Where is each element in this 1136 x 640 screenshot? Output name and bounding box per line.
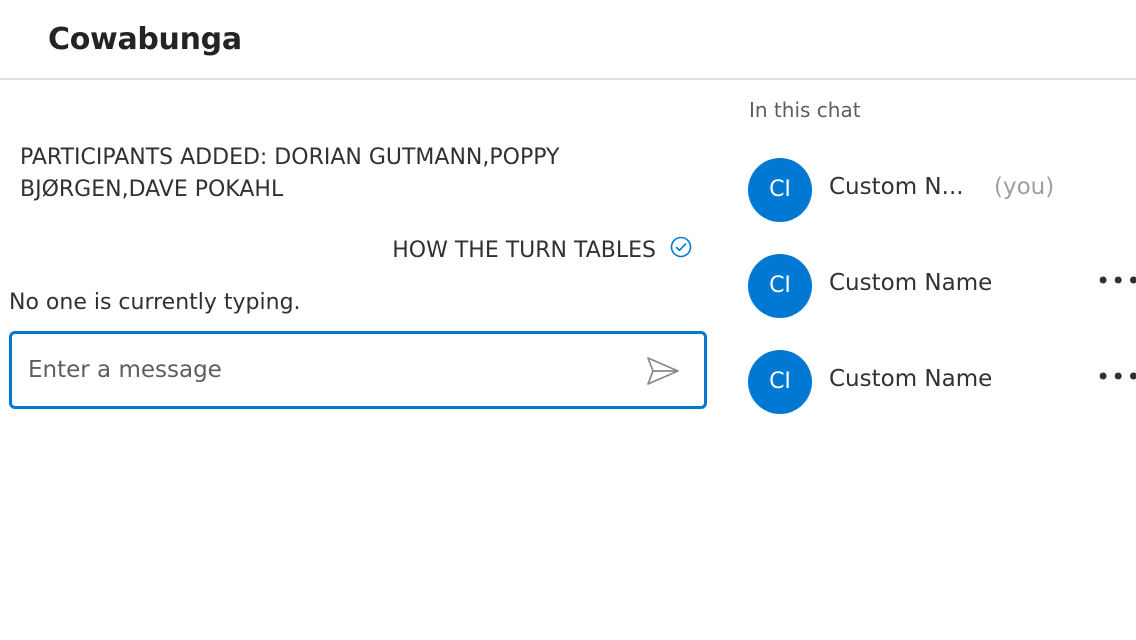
chat-title: Cowabunga: [48, 22, 242, 57]
participant-name: Custom Name: [829, 366, 993, 392]
read-check-icon: [670, 236, 692, 257]
avatar: CI: [748, 350, 812, 414]
participants-heading: In this chat: [749, 98, 861, 122]
system-message: PARTICIPANTS ADDED: DORIAN GUTMANN,POPPY…: [20, 145, 560, 202]
you-label: (you): [994, 174, 1055, 200]
participant-item: CI Custom Name •••: [748, 350, 1136, 414]
participant-item: CI Custom N... (you): [748, 158, 1136, 222]
more-options-icon[interactable]: •••: [1096, 365, 1136, 398]
chat-header: Cowabunga: [0, 0, 1136, 80]
message-composer: [9, 331, 707, 409]
message-input[interactable]: [28, 350, 628, 390]
participant-name: Custom N...: [829, 174, 964, 200]
message-thread: PARTICIPANTS ADDED: DORIAN GUTMANN,POPPY…: [0, 82, 720, 640]
my-message: HOW THE TURN TABLES: [392, 236, 692, 263]
avatar: CI: [748, 254, 812, 318]
participant-name: Custom Name: [829, 270, 993, 296]
more-options-icon[interactable]: •••: [1096, 269, 1136, 302]
avatar: CI: [748, 158, 812, 222]
typing-indicator: No one is currently typing.: [9, 290, 301, 315]
my-message-text: HOW THE TURN TABLES: [392, 238, 656, 263]
participants-pane: In this chat CI Custom N... (you) CI Cus…: [720, 82, 1136, 640]
send-icon[interactable]: [644, 352, 682, 390]
participant-item: CI Custom Name •••: [748, 254, 1136, 318]
